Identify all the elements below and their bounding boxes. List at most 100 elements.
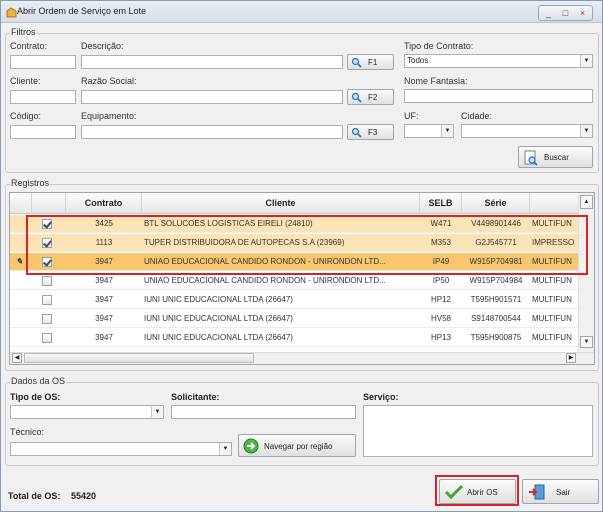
table-row[interactable]: 3947 IUNI UNIC EDUCACIONAL LTDA (26647) HP… [10,291,594,309]
cell-selb: HP12 [430,295,451,304]
descricao-input[interactable] [81,55,343,69]
abrir-os-highlight [435,475,519,506]
equipamento-input[interactable] [81,125,343,139]
filtros-title: Filtros [10,27,37,37]
cell-serie: S9148700544 [471,314,521,323]
chevron-down-icon[interactable]: ▼ [219,443,231,455]
cell-serie: T595H901571 [470,295,522,304]
exit-door-icon [528,483,546,503]
row-checkbox[interactable] [42,333,52,343]
navegar-regiao-label: Navegar por região [264,442,333,451]
servico-label: Serviço: [363,392,399,402]
buscar-button[interactable]: Buscar [518,146,593,168]
chevron-down-icon[interactable]: ▼ [580,55,592,67]
f3-button[interactable]: F3 [347,124,394,140]
nome-fantasia-input[interactable] [404,89,593,103]
solicitante-input[interactable] [171,405,356,419]
chevron-down-icon[interactable]: ▼ [441,125,453,137]
cidade-label: Cidade: [461,111,493,121]
cell-cliente: IUNI UNIC EDUCACIONAL LTDA (26647) [144,333,293,342]
app-icon [6,7,17,18]
dialog-window: Abrir Ordem de Serviço em Lote _ □ × Fil… [0,0,603,512]
razao-social-label: Razão Social: [81,76,137,86]
col-contrato[interactable]: Contrato [66,193,142,214]
title-bar: Abrir Ordem de Serviço em Lote _ □ × [1,1,602,23]
chevron-down-icon[interactable]: ▼ [580,125,592,137]
contrato-label: Contrato: [10,41,48,51]
cell-cliente: IUNI UNIC EDUCACIONAL LTDA (26647) [144,314,293,323]
selected-rows-highlight [26,215,588,275]
codigo-input[interactable] [10,125,76,139]
cell-extra: MULTIFUN [532,295,572,304]
f2-button[interactable]: F2 [347,89,394,105]
tecnico-label: Técnico: [10,427,45,437]
cell-extra: MULTIFUN [532,333,572,342]
close-button[interactable]: × [576,7,589,21]
tecnico-select[interactable]: ▼ [10,442,232,456]
tipo-contrato-select[interactable]: Todos ▼ [404,54,593,68]
sair-label: Sair [556,488,571,497]
search-icon [351,57,362,70]
scroll-left-icon[interactable]: ◀ [12,353,22,363]
sair-button[interactable]: Sair [522,479,599,504]
cliente-label: Cliente: [10,76,41,86]
scroll-up-icon[interactable]: ▲ [580,195,593,209]
razao-social-input[interactable] [81,90,343,104]
buscar-label: Buscar [544,153,569,162]
window-controls: _ □ × [538,5,593,21]
nome-fantasia-label: Nome Fantasia: [404,76,468,86]
solicitante-label: Solicitante: [171,392,220,402]
col-serie[interactable]: Série [462,193,530,214]
tipo-os-select[interactable]: ▼ [10,405,164,419]
col-extra[interactable] [530,193,580,214]
row-checkbox[interactable] [42,314,52,324]
total-os-label: Total de OS: [8,491,61,501]
f1-button[interactable]: F1 [347,54,394,70]
f3-label: F3 [368,128,378,137]
cell-cliente: IUNI UNIC EDUCACIONAL LTDA (26647) [144,295,293,304]
cliente-input[interactable] [10,90,76,104]
dados-os-title: Dados da OS [10,376,67,386]
row-checkbox[interactable] [42,276,52,286]
cell-selb: HV58 [430,314,451,323]
total-os-value: 55420 [71,491,97,501]
horizontal-scrollbar[interactable]: ◀ ▶ [10,352,594,364]
registros-title: Registros [10,178,51,188]
scroll-down-icon[interactable]: ▼ [580,336,593,348]
codigo-label: Código: [10,111,42,121]
cidade-select[interactable]: ▼ [461,124,593,138]
cell-contrato: 3947 [95,333,113,342]
col-selb[interactable]: SELB [420,193,462,214]
f2-label: F2 [368,93,378,102]
navegar-regiao-button[interactable]: Navegar por região [238,434,356,457]
uf-label: UF: [404,111,419,121]
cell-contrato: 3947 [95,314,113,323]
row-checkbox[interactable] [42,295,52,305]
equipamento-label: Equipamento: [81,111,137,121]
navigate-arrow-icon [243,438,259,456]
search-icon [351,92,362,105]
scroll-right-icon[interactable]: ▶ [566,353,576,363]
table-row[interactable]: 3947 IUNI UNIC EDUCACIONAL LTDA (26647) HV… [10,310,594,328]
col-cliente[interactable]: Cliente [142,193,420,214]
tipo-contrato-value: Todos [407,56,429,65]
cell-contrato: 3947 [95,295,113,304]
row-indicator-header [10,193,32,214]
grid-header: Contrato Cliente SELB Série [10,193,594,214]
maximize-button[interactable]: □ [559,7,572,21]
cell-selb: HP13 [430,333,451,342]
tipo-contrato-label: Tipo de Contrato: [404,41,474,51]
minimize-button[interactable]: _ [542,7,555,21]
tipo-os-label: Tipo de OS: [10,392,61,402]
f1-label: F1 [368,58,378,67]
uf-select[interactable]: ▼ [404,124,454,138]
table-row[interactable]: 3947 IUNI UNIC EDUCACIONAL LTDA (26647) HP… [10,329,594,347]
cell-serie: T595H900875 [470,333,522,342]
scroll-h-thumb[interactable] [24,353,254,363]
window-title: Abrir Ordem de Serviço em Lote [17,6,147,16]
servico-textarea[interactable] [363,405,593,457]
chevron-down-icon[interactable]: ▼ [151,406,163,418]
contrato-input[interactable] [10,55,76,69]
cell-extra: MULTIFUN [532,314,572,323]
search-document-icon [523,150,539,168]
